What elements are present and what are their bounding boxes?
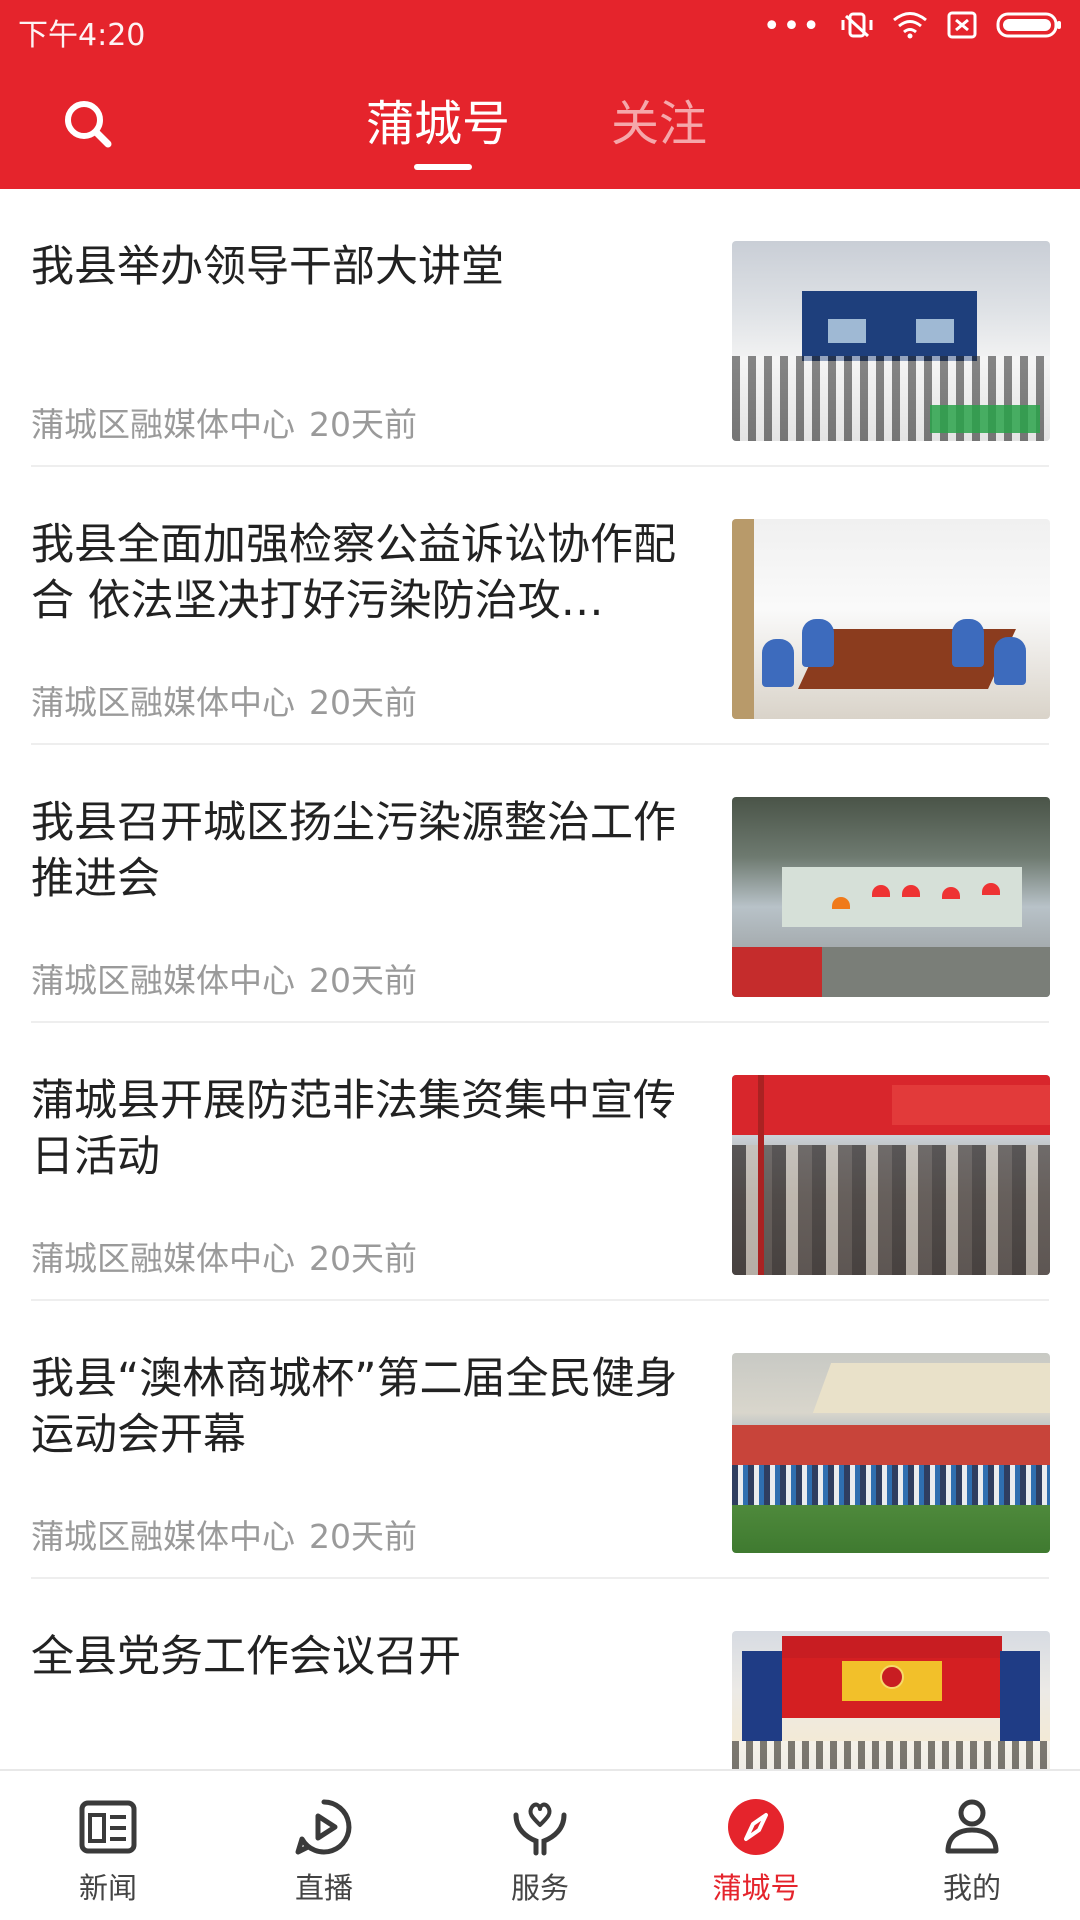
thumbnail-image <box>732 1353 1050 1553</box>
heart-hands-icon <box>510 1797 570 1857</box>
article-meta: 蒲城区融媒体中心 20天前 <box>31 398 417 446</box>
nav-pucheng-hao-label: 蒲城号 <box>712 1871 800 1905</box>
tab-follow[interactable]: 关注 <box>611 94 707 154</box>
article-time: 20天前 <box>309 405 417 444</box>
status-icons: ••• <box>763 10 1062 44</box>
nav-live-label: 直播 <box>294 1871 353 1905</box>
nav-service-label: 服务 <box>510 1871 569 1905</box>
nav-live[interactable]: 直播 <box>216 1771 432 1920</box>
no-sim-icon <box>946 10 978 44</box>
article-list: 我县举办领导干部大讲堂 蒲城区融媒体中心 20天前 我县全面加强检察公益诉讼协作配… <box>0 189 1080 1769</box>
article-time: 20天前 <box>309 961 417 1000</box>
article-item[interactable]: 全县党务工作会议召开 <box>0 1579 1080 1769</box>
article-source: 蒲城区融媒体中心 <box>31 405 295 444</box>
header-tabs: 蒲城号 关注 <box>0 84 1080 184</box>
article-item[interactable]: 我县“澳林商城杯”第二届全民健身运动会开幕 蒲城区融媒体中心 20天前 <box>0 1301 1080 1579</box>
article-thumbnail[interactable] <box>732 519 1050 719</box>
header-bar: 下午4:20 ••• 蒲城号 关注 <box>0 0 1080 189</box>
article-thumbnail[interactable] <box>732 1353 1050 1553</box>
article-source: 蒲城区融媒体中心 <box>31 683 295 722</box>
article-time: 20天前 <box>309 1239 417 1278</box>
article-source: 蒲城区融媒体中心 <box>31 1517 295 1556</box>
article-title: 我县举办领导干部大讲堂 <box>31 242 504 292</box>
article-title: 我县全面加强检察公益诉讼协作配合 依法坚决打好污染防治攻… <box>31 520 676 626</box>
article-thumbnail[interactable] <box>732 1631 1050 1769</box>
nav-news[interactable]: 新闻 <box>0 1771 216 1920</box>
nav-news-label: 新闻 <box>78 1871 137 1905</box>
nav-mine[interactable]: 我的 <box>864 1771 1080 1920</box>
article-thumbnail[interactable] <box>732 241 1050 441</box>
newspaper-icon <box>78 1797 138 1857</box>
article-title: 全县党务工作会议召开 <box>31 1632 461 1682</box>
article-title: 我县“澳林商城杯”第二届全民健身运动会开幕 <box>31 1354 678 1460</box>
article-source: 蒲城区融媒体中心 <box>31 961 295 1000</box>
nav-mine-label: 我的 <box>942 1871 1001 1905</box>
article-item[interactable]: 我县召开城区扬尘污染源整治工作推进会 蒲城区融媒体中心 20天前 <box>0 745 1080 1023</box>
article-item[interactable]: 我县举办领导干部大讲堂 蒲城区融媒体中心 20天前 <box>0 189 1080 467</box>
article-meta: 蒲城区融媒体中心 20天前 <box>31 1510 417 1558</box>
thumbnail-image <box>732 1075 1050 1275</box>
thumbnail-image <box>732 241 1050 441</box>
more-dots-icon: ••• <box>762 9 822 44</box>
status-time: 下午4:20 <box>18 18 146 53</box>
article-title: 蒲城县开展防范非法集资集中宣传日活动 <box>31 1076 676 1182</box>
wifi-icon <box>892 11 928 43</box>
article-meta: 蒲城区融媒体中心 20天前 <box>31 1232 417 1280</box>
article-item[interactable]: 我县全面加强检察公益诉讼协作配合 依法坚决打好污染防治攻… 蒲城区融媒体中心 20… <box>0 467 1080 745</box>
play-circle-icon <box>294 1797 354 1857</box>
bottom-nav: 新闻 直播 服务 蒲城号 我的 <box>0 1769 1080 1920</box>
article-thumbnail[interactable] <box>732 1075 1050 1275</box>
tab-pucheng-hao[interactable]: 蒲城号 <box>366 94 510 154</box>
nav-service[interactable]: 服务 <box>432 1771 648 1920</box>
article-thumbnail[interactable] <box>732 797 1050 997</box>
article-title: 我县召开城区扬尘污染源整治工作推进会 <box>31 798 676 904</box>
thumbnail-image <box>732 797 1050 997</box>
nav-pucheng-hao[interactable]: 蒲城号 <box>648 1771 864 1920</box>
battery-icon <box>996 10 1062 44</box>
article-time: 20天前 <box>309 683 417 722</box>
article-meta: 蒲城区融媒体中心 20天前 <box>31 954 417 1002</box>
article-time: 20天前 <box>309 1517 417 1556</box>
mute-vibrate-icon <box>840 10 874 44</box>
user-icon <box>942 1797 1002 1857</box>
app-root: 下午4:20 ••• 蒲城号 关注 我县举办领导干部大讲堂 蒲城区融媒体中心 2… <box>0 0 1080 1920</box>
status-bar: 下午4:20 ••• <box>0 0 1080 56</box>
article-source: 蒲城区融媒体中心 <box>31 1239 295 1278</box>
active-tab-indicator <box>414 164 472 170</box>
article-meta: 蒲城区融媒体中心 20天前 <box>31 676 417 724</box>
compass-icon <box>726 1797 786 1857</box>
article-item[interactable]: 蒲城县开展防范非法集资集中宣传日活动 蒲城区融媒体中心 20天前 <box>0 1023 1080 1301</box>
thumbnail-image <box>732 519 1050 719</box>
thumbnail-image <box>732 1631 1050 1769</box>
